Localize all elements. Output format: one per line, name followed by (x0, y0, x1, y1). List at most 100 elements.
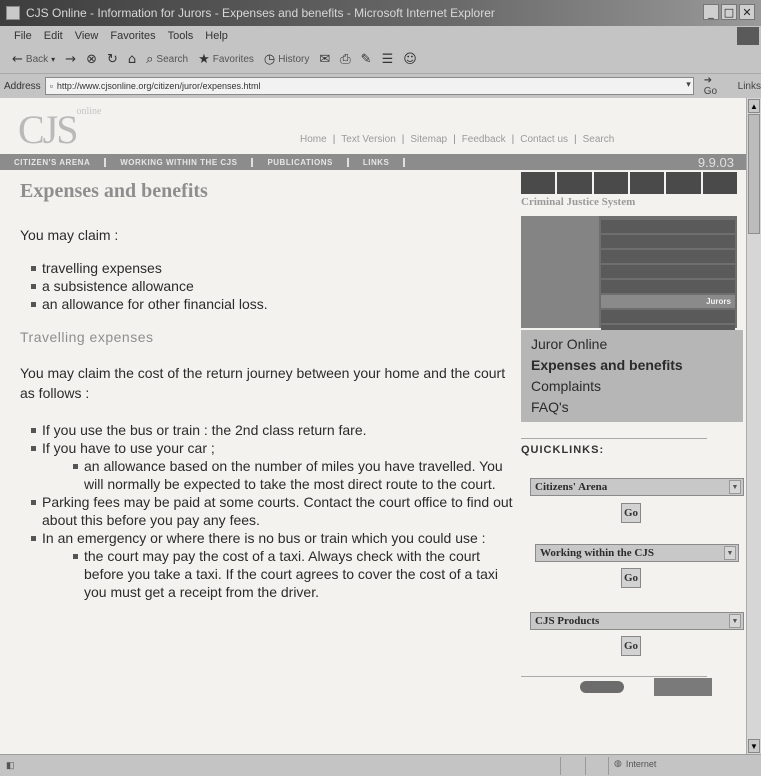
page-title: Expenses and benefits (20, 180, 208, 202)
banner-graphic (521, 172, 737, 194)
mail-button[interactable]: ✉ (319, 52, 330, 67)
nav-citizens-arena[interactable]: CITIZEN'S ARENA (0, 157, 107, 167)
quicklink-go-button[interactable]: Go (621, 636, 641, 656)
image-band[interactable] (601, 280, 735, 293)
list-item: an allowance based on the number of mile… (62, 457, 520, 493)
quicklink-select-citizens[interactable]: Citizens' Arena ▼ (530, 478, 744, 496)
image-band[interactable] (601, 220, 735, 233)
juror-image-map: Jurors (521, 216, 737, 338)
nav-publications[interactable]: PUBLICATIONS (253, 157, 349, 167)
history-button[interactable]: ◷ History (264, 52, 309, 67)
forward-button[interactable]: → (65, 52, 76, 67)
link-feedback[interactable]: Feedback (462, 134, 506, 145)
back-dropdown-icon[interactable]: ▾ (51, 55, 55, 64)
cjs-banner[interactable]: Criminal Justice System (521, 172, 737, 214)
scroll-down-icon[interactable]: ▼ (748, 739, 760, 753)
close-button[interactable]: ✕ (739, 4, 755, 20)
image-band[interactable] (601, 310, 735, 323)
back-button[interactable]: ← Back ▾ (12, 52, 55, 67)
globe-icon: ◍ (614, 758, 622, 768)
standard-toolbar: ← Back ▾ → ⊗ ↻ ⌂ ⌕ Search ★ Favorites ◷ … (0, 46, 761, 74)
stop-button[interactable]: ⊗ (86, 52, 97, 67)
menu-favorites[interactable]: Favorites (110, 30, 155, 42)
list-item: an allowance for other financial loss. (20, 295, 520, 313)
banner-text: Criminal Justice System (521, 196, 636, 208)
main-content: Expenses and benefits You may claim : tr… (20, 180, 520, 601)
link-separator: | (453, 134, 456, 145)
list-item: the court may pay the cost of a taxi. Al… (62, 547, 520, 601)
minimize-button[interactable]: _ (703, 4, 719, 20)
refresh-button[interactable]: ↻ (107, 52, 118, 67)
home-button[interactable]: ⌂ (128, 52, 136, 67)
link-contact-us[interactable]: Contact us (520, 134, 568, 145)
menu-tools[interactable]: Tools (168, 30, 194, 42)
main-nav: CITIZEN'S ARENA WORKING WITHIN THE CJS P… (0, 154, 746, 170)
page-viewport: CJSonline Home | Text Version | Sitemap … (0, 98, 746, 754)
window-title-bar: CJS Online - Information for Jurors - Ex… (0, 0, 761, 26)
quicklinks-heading: QUICKLINKS: (521, 444, 605, 456)
link-home[interactable]: Home (300, 134, 327, 145)
links-button[interactable]: Links (738, 81, 761, 92)
scales-photo (521, 216, 599, 328)
quicklink-select-working[interactable]: Working within the CJS ▼ (535, 544, 739, 562)
go-button[interactable]: ➜ Go (704, 75, 728, 97)
menu-help[interactable]: Help (205, 30, 228, 42)
search-button[interactable]: ⌕ Search (146, 52, 188, 67)
address-dropdown-icon[interactable]: ▾ (686, 79, 691, 90)
image-band[interactable] (601, 250, 735, 263)
image-band[interactable] (601, 265, 735, 278)
side-link-faqs[interactable]: FAQ's (531, 397, 733, 418)
divider (521, 438, 707, 439)
image-band-jurors[interactable]: Jurors (601, 295, 735, 308)
link-text-version[interactable]: Text Version (341, 134, 395, 145)
edit-button[interactable]: ✎ (361, 52, 372, 67)
history-icon: ◷ (263, 52, 276, 67)
vertical-scrollbar[interactable]: ▲ ▼ (746, 98, 761, 754)
quicklink-select-products[interactable]: CJS Products ▼ (530, 612, 744, 630)
menu-view[interactable]: View (75, 30, 99, 42)
scroll-up-icon[interactable]: ▲ (748, 99, 760, 113)
history-label: History (278, 54, 310, 65)
back-label: Back (25, 54, 49, 65)
juror-side-menu: Juror Online Expenses and benefits Compl… (521, 330, 743, 422)
link-sitemap[interactable]: Sitemap (410, 134, 447, 145)
logo-text: CJS (18, 107, 78, 152)
menu-file[interactable]: File (14, 30, 32, 42)
cjs-logo[interactable]: CJSonline (18, 106, 102, 153)
side-link-complaints[interactable]: Complaints (531, 376, 733, 397)
address-bar: Address ▫ http://www.cjsonline.org/citiz… (0, 74, 761, 98)
divider (585, 757, 586, 775)
page-icon: ▫ (49, 81, 53, 91)
window-title: CJS Online - Information for Jurors - Ex… (26, 6, 495, 20)
bobby-approved-logo[interactable] (654, 678, 712, 696)
messenger-button[interactable]: ☺ (403, 52, 417, 67)
address-label: Address (4, 80, 41, 92)
partner-logo[interactable] (580, 681, 624, 693)
nav-working-within-cjs[interactable]: WORKING WITHIN THE CJS (106, 157, 254, 167)
image-band[interactable] (601, 235, 735, 248)
menu-edit[interactable]: Edit (44, 30, 63, 42)
side-link-juror-online[interactable]: Juror Online (531, 334, 733, 355)
quicklink-go-button[interactable]: Go (621, 568, 641, 588)
nav-links[interactable]: LINKS (349, 157, 406, 167)
quicklink-go-button[interactable]: Go (621, 503, 641, 523)
car-text: If you have to use your car ; (42, 440, 215, 456)
maximize-button[interactable]: □ (721, 4, 737, 20)
list-item: If you have to use your car ; an allowan… (20, 439, 520, 493)
address-url: http://www.cjsonline.org/citizen/juror/e… (56, 81, 261, 91)
menu-bar: File Edit View Favorites Tools Help (0, 26, 761, 46)
side-link-expenses[interactable]: Expenses and benefits (531, 355, 733, 376)
favorites-button[interactable]: ★ Favorites (198, 52, 254, 67)
link-search[interactable]: Search (583, 134, 615, 145)
emergency-sublist: the court may pay the cost of a taxi. Al… (42, 547, 520, 601)
go-arrow-icon: ➜ (703, 75, 713, 86)
discuss-button[interactable]: ☰ (382, 52, 394, 67)
chevron-down-icon: ▼ (729, 480, 741, 494)
claims-list: travelling expenses a subsistence allowa… (20, 259, 520, 313)
address-input[interactable]: ▫ http://www.cjsonline.org/citizen/juror… (44, 77, 694, 95)
print-button[interactable]: ⎙ (340, 52, 350, 67)
list-item: a subsistence allowance (20, 277, 520, 295)
divider (521, 676, 707, 677)
intro-text: You may claim : (20, 227, 119, 243)
scrollbar-thumb[interactable] (748, 114, 760, 234)
